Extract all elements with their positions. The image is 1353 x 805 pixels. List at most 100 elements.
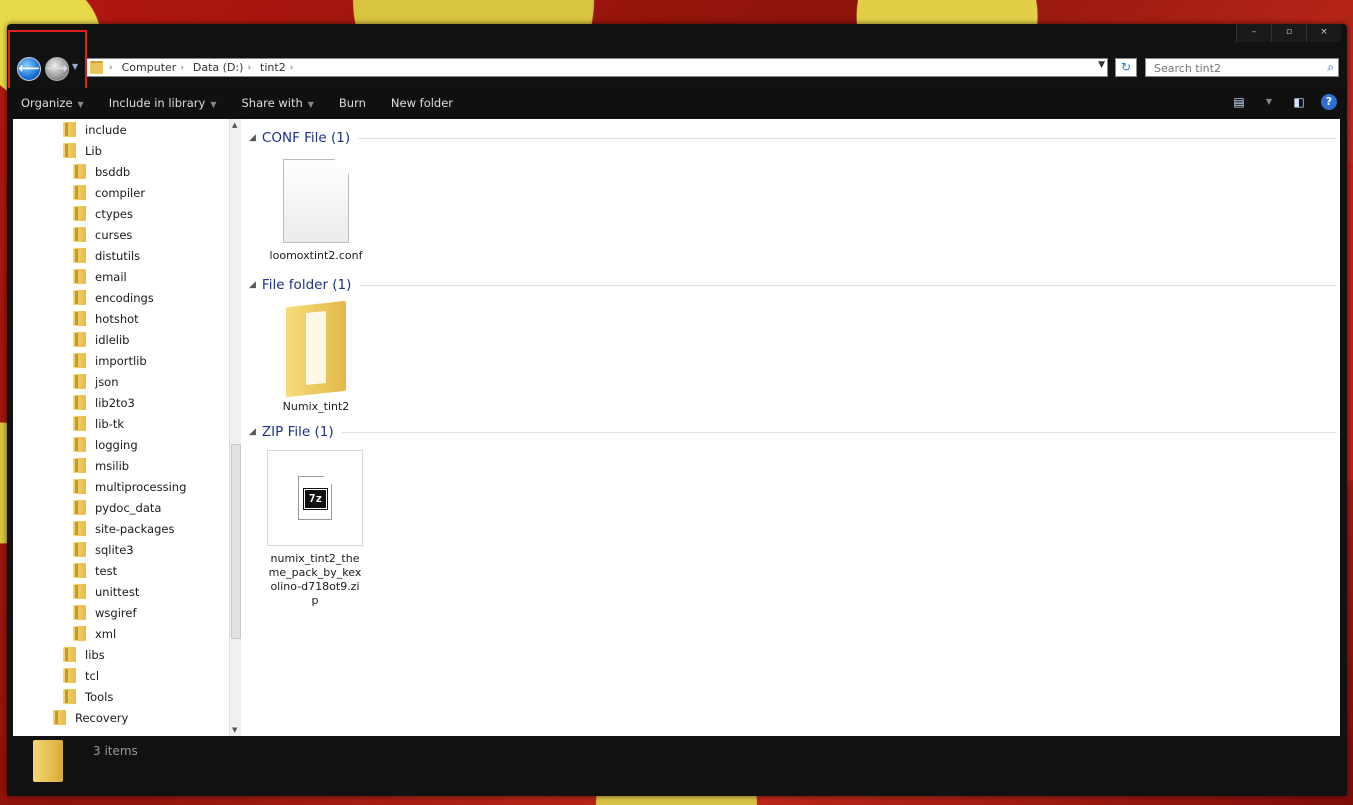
recent-pages-dropdown[interactable]: ▼ bbox=[72, 62, 78, 71]
tree-item[interactable]: Recovery bbox=[53, 707, 128, 728]
folder-icon bbox=[73, 269, 86, 284]
folder-icon bbox=[73, 563, 86, 578]
close-button[interactable]: × bbox=[1306, 24, 1341, 42]
change-view-icon[interactable]: ▤ bbox=[1231, 94, 1247, 110]
tree-item[interactable]: curses bbox=[73, 224, 132, 245]
include-in-library-menu[interactable]: Include in library ▼ bbox=[95, 96, 228, 110]
burn-button[interactable]: Burn bbox=[325, 96, 377, 110]
help-icon[interactable]: ? bbox=[1321, 94, 1337, 110]
breadcrumb-data-drive[interactable]: Data (D:) bbox=[193, 61, 244, 74]
search-input[interactable] bbox=[1152, 60, 1316, 77]
folder-icon bbox=[73, 416, 86, 431]
tree-item[interactable]: lib-tk bbox=[73, 413, 124, 434]
tree-item[interactable]: libs bbox=[63, 644, 105, 665]
tree-item[interactable]: Lib bbox=[63, 140, 102, 161]
back-button[interactable]: ⟵ bbox=[17, 57, 41, 81]
address-bar[interactable]: › Computer › Data (D:) › tint2 › ▼ bbox=[86, 58, 1108, 77]
tree-item[interactable]: lib2to3 bbox=[73, 392, 135, 413]
tree-item[interactable]: site-packages bbox=[73, 518, 174, 539]
tree-item-label: distutils bbox=[95, 248, 141, 263]
tree-item[interactable]: unittest bbox=[73, 581, 139, 602]
address-history-dropdown[interactable]: ▼ bbox=[1098, 60, 1105, 70]
folder-icon bbox=[73, 290, 86, 305]
folder-icon bbox=[73, 206, 86, 221]
thumbnail-frame: 7z bbox=[267, 450, 363, 546]
breadcrumb-separator[interactable]: › bbox=[180, 63, 184, 73]
tree-item-label: test bbox=[95, 563, 118, 578]
tree-item[interactable]: idlelib bbox=[73, 329, 129, 350]
tree-item[interactable]: bsddb bbox=[73, 161, 130, 182]
tree-item[interactable]: test bbox=[73, 560, 117, 581]
tree-item-label: libs bbox=[85, 647, 105, 662]
command-toolbar: Organize ▼ Include in library ▼ Share with… bbox=[7, 88, 1347, 118]
tree-item[interactable]: encodings bbox=[73, 287, 154, 308]
tree-item[interactable]: email bbox=[73, 266, 127, 287]
tree-item[interactable]: hotshot bbox=[73, 308, 139, 329]
tree-item[interactable]: xml bbox=[73, 623, 116, 644]
preview-pane-icon[interactable]: ◧ bbox=[1291, 94, 1307, 110]
breadcrumb-separator[interactable]: › bbox=[109, 63, 113, 73]
tree-item[interactable]: compiler bbox=[73, 182, 145, 203]
tree-item[interactable]: include bbox=[63, 119, 127, 140]
tree-item[interactable]: pydoc_data bbox=[73, 497, 161, 518]
maximize-button[interactable]: ▫ bbox=[1271, 24, 1306, 42]
tree-item-label: sqlite3 bbox=[95, 542, 134, 557]
tree-item-label: msilib bbox=[95, 458, 130, 473]
folder-icon bbox=[73, 437, 86, 452]
search-icon[interactable]: ⌕ bbox=[1327, 60, 1334, 75]
folder-icon bbox=[73, 458, 86, 473]
tree-item[interactable]: Tools bbox=[63, 686, 113, 707]
scroll-thumb[interactable] bbox=[231, 444, 241, 639]
tree-item[interactable]: distutils bbox=[73, 245, 140, 266]
tree-item-label: tcl bbox=[85, 668, 100, 683]
breadcrumb-separator[interactable]: › bbox=[247, 63, 251, 73]
tree-item-label: site-packages bbox=[95, 521, 175, 536]
tree-item-label: compiler bbox=[95, 185, 146, 200]
search-box[interactable]: ⌕ bbox=[1145, 58, 1339, 77]
tree-item-label: curses bbox=[95, 227, 133, 242]
tree-item-label: lib2to3 bbox=[95, 395, 135, 410]
7z-archive-icon: 7z bbox=[298, 476, 332, 520]
tree-item-label: Recovery bbox=[75, 710, 129, 725]
refresh-button[interactable]: ↻ bbox=[1115, 58, 1137, 77]
tree-item-label: unittest bbox=[95, 584, 140, 599]
explorer-window: – ▫ × ⟵ ⟶ ▼ › Computer › Data (D:) › tin… bbox=[7, 24, 1347, 796]
folder-icon bbox=[73, 353, 86, 368]
view-options-dropdown[interactable]: ▼ bbox=[1261, 94, 1277, 110]
folder-icon bbox=[63, 668, 76, 683]
breadcrumb-computer[interactable]: Computer bbox=[122, 61, 177, 74]
share-with-menu[interactable]: Share with ▼ bbox=[228, 96, 325, 110]
folder-icon bbox=[63, 647, 76, 662]
tree-item[interactable]: json bbox=[73, 371, 119, 392]
zip-file-item[interactable]: 7z numix_tint2_theme_pack_by_kexolino-d7… bbox=[267, 450, 363, 608]
breadcrumb-separator[interactable]: › bbox=[290, 63, 294, 73]
tree-item[interactable]: multiprocessing bbox=[73, 476, 186, 497]
tree-item[interactable]: sqlite3 bbox=[73, 539, 134, 560]
tree-item[interactable]: msilib bbox=[73, 455, 129, 476]
file-item[interactable]: loomoxtint2.conf bbox=[268, 159, 364, 263]
forward-button[interactable]: ⟶ bbox=[45, 57, 69, 81]
folder-icon bbox=[73, 332, 86, 347]
folder-icon bbox=[73, 500, 86, 515]
nav-pane-scrollbar[interactable]: ▲ ▼ bbox=[229, 119, 241, 736]
group-header-file-folder[interactable]: ◢ File folder (1) bbox=[249, 275, 1337, 295]
new-folder-button[interactable]: New folder bbox=[377, 96, 464, 110]
tree-item[interactable]: logging bbox=[73, 434, 138, 455]
tree-item-label: email bbox=[95, 269, 127, 284]
folder-icon bbox=[73, 248, 86, 263]
folder-item[interactable]: Numix_tint2 bbox=[268, 300, 364, 414]
tree-item[interactable]: wsgiref bbox=[73, 602, 137, 623]
group-header-conf[interactable]: ◢ CONF File (1) bbox=[249, 128, 1337, 148]
tree-item[interactable]: tcl bbox=[63, 665, 99, 686]
scroll-up-arrow[interactable]: ▲ bbox=[232, 121, 237, 129]
tree-item-label: Tools bbox=[85, 689, 114, 704]
minimize-button[interactable]: – bbox=[1236, 24, 1271, 42]
tree-item[interactable]: importlib bbox=[73, 350, 147, 371]
folder-icon bbox=[63, 122, 76, 137]
organize-menu[interactable]: Organize ▼ bbox=[7, 96, 95, 110]
breadcrumb-tint2[interactable]: tint2 bbox=[260, 61, 286, 74]
scroll-down-arrow[interactable]: ▼ bbox=[232, 726, 237, 734]
group-header-zip[interactable]: ◢ ZIP File (1) bbox=[249, 422, 1337, 442]
item-count: 3 items bbox=[93, 744, 138, 758]
tree-item[interactable]: ctypes bbox=[73, 203, 133, 224]
